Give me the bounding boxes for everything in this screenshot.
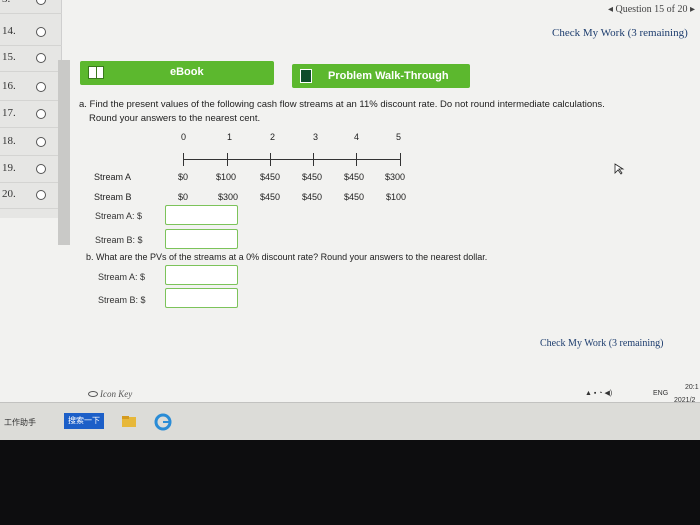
question-number: 17. xyxy=(2,107,16,119)
check-my-work-link[interactable]: Check My Work (3 remaining) xyxy=(552,27,688,39)
timeline xyxy=(183,150,401,170)
timeline-tick xyxy=(400,153,401,166)
ebook-label: eBook xyxy=(170,66,204,78)
answer-label: Stream B: $ xyxy=(95,235,143,245)
icon-key-label: Icon Key xyxy=(100,389,133,399)
walkthrough-label: Problem Walk-Through xyxy=(328,70,449,82)
stream-a-name: Stream A xyxy=(94,172,132,182)
question-part-b: b. What are the PVs of the streams at a … xyxy=(86,252,488,262)
question-part-a-instruction: Round your answers to the nearest cent. xyxy=(89,113,261,124)
cash-flow-cell: $450 xyxy=(260,172,281,182)
question-nav-item[interactable]: 16. xyxy=(0,75,62,101)
question-nav-item[interactable]: 19. xyxy=(0,157,62,183)
answer-label: Stream A: $ xyxy=(98,272,146,282)
cash-flow-cell: $100 xyxy=(216,172,237,182)
stream-a-pv-zero-input[interactable] xyxy=(165,265,238,285)
period-label: 2 xyxy=(270,132,276,142)
question-nav-item[interactable]: 20. xyxy=(0,183,62,209)
cash-flow-cell: $0 xyxy=(178,192,189,202)
walkthrough-icon xyxy=(300,69,312,83)
key-icon xyxy=(88,391,98,397)
walkthrough-button[interactable]: Problem Walk-Through xyxy=(292,64,470,88)
radio-icon[interactable] xyxy=(36,137,46,147)
radio-icon[interactable] xyxy=(36,109,46,119)
question-nav: 3. 14. 15. 16. 17. 18. 19. 20. xyxy=(0,0,62,218)
radio-icon[interactable] xyxy=(36,82,46,92)
language-indicator[interactable]: ENG xyxy=(653,390,668,397)
question-number: 3. xyxy=(2,0,10,5)
radio-icon[interactable] xyxy=(36,164,46,174)
timeline-axis xyxy=(183,159,401,160)
system-tray-icons[interactable]: ▲ ▪ ◔ ◀) xyxy=(585,389,612,397)
question-number: 15. xyxy=(2,51,16,63)
monitor-bezel xyxy=(0,440,700,525)
period-label: 3 xyxy=(313,132,319,142)
cash-flow-cell: $450 xyxy=(344,172,365,182)
question-number: 14. xyxy=(2,25,16,37)
question-number: 20. xyxy=(2,188,16,200)
radio-icon[interactable] xyxy=(36,0,46,5)
question-number: 19. xyxy=(2,162,16,174)
period-label: 0 xyxy=(181,132,187,142)
mouse-cursor-icon xyxy=(614,163,625,175)
ebook-button[interactable]: eBook xyxy=(80,61,274,85)
taskbar: 工作助手 搜索一下 xyxy=(0,402,700,440)
question-nav-item[interactable]: 17. xyxy=(0,102,62,128)
cash-flow-cell: $450 xyxy=(302,172,323,182)
book-icon xyxy=(88,66,104,79)
taskbar-search-button[interactable]: 搜索一下 xyxy=(64,413,104,429)
question-nav-item[interactable]: 18. xyxy=(0,130,62,156)
radio-icon[interactable] xyxy=(36,27,46,37)
timeline-tick xyxy=(227,153,228,166)
cash-flow-cell: $0 xyxy=(178,172,189,182)
clock-time[interactable]: 20:1 xyxy=(685,384,699,391)
radio-icon[interactable] xyxy=(36,53,46,63)
cash-flow-cell: $100 xyxy=(386,192,407,202)
stream-b-name: Stream B xyxy=(94,192,132,202)
icon-key-link[interactable]: Icon Key xyxy=(88,389,132,399)
taskbar-start-text[interactable]: 工作助手 xyxy=(4,417,36,428)
timeline-tick xyxy=(183,153,184,166)
question-nav-item[interactable]: 14. xyxy=(0,20,62,46)
timeline-tick xyxy=(270,153,271,166)
stream-b-pv-zero-input[interactable] xyxy=(165,288,238,308)
period-label: 4 xyxy=(354,132,360,142)
stream-b-pv-input[interactable] xyxy=(165,229,238,249)
cash-flow-cell: $300 xyxy=(218,192,239,202)
scrollbar[interactable] xyxy=(58,60,70,245)
stream-a-pv-input[interactable] xyxy=(165,205,238,225)
period-label: 5 xyxy=(396,132,402,142)
file-explorer-icon[interactable] xyxy=(120,413,138,431)
period-label: 1 xyxy=(227,132,233,142)
browser-icon[interactable] xyxy=(154,413,172,431)
answer-label: Stream B: $ xyxy=(98,295,146,305)
question-nav-item[interactable]: 3. xyxy=(0,0,62,14)
answer-label: Stream A: $ xyxy=(95,211,143,221)
radio-icon[interactable] xyxy=(36,190,46,200)
cash-flow-cell: $450 xyxy=(260,192,281,202)
timeline-tick xyxy=(313,153,314,166)
question-number: 18. xyxy=(2,135,16,147)
question-number: 16. xyxy=(2,80,16,92)
question-nav-item[interactable]: 15. xyxy=(0,46,62,72)
question-counter[interactable]: ◂ Question 15 of 20 ▸ xyxy=(608,4,695,15)
timeline-tick xyxy=(356,153,357,166)
cash-flow-cell: $300 xyxy=(385,172,406,182)
question-part-a: a. Find the present values of the follow… xyxy=(79,99,605,110)
screen: 3. 14. 15. 16. 17. 18. 19. 20. xyxy=(0,0,700,440)
check-my-work-link-bottom[interactable]: Check My Work (3 remaining) xyxy=(540,338,663,349)
cash-flow-cell: $450 xyxy=(302,192,323,202)
cash-flow-cell: $450 xyxy=(344,192,365,202)
